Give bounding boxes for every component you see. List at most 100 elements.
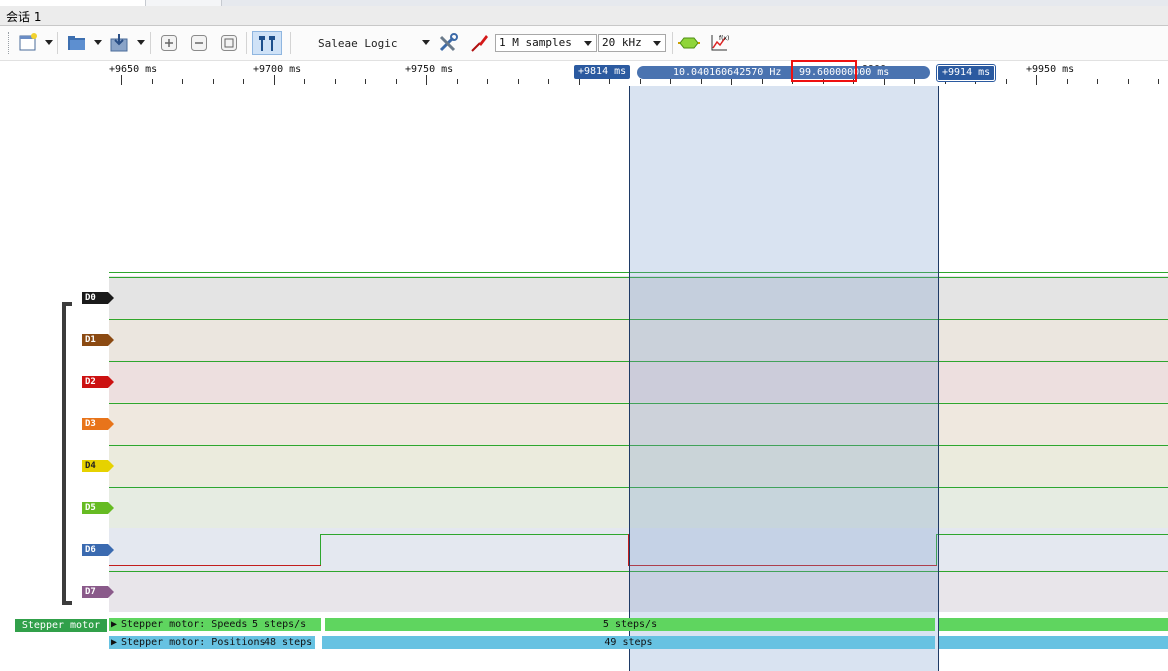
- ruler-tick-label: +9700 ms: [253, 64, 302, 75]
- channel-label-text: D7: [85, 587, 96, 597]
- zoom-fit-button[interactable]: [218, 31, 240, 55]
- ruler-tick: [670, 79, 671, 84]
- positions-left-value: 48 steps: [264, 637, 313, 648]
- analyzer-button[interactable]: [677, 31, 701, 55]
- ruler-tick: [121, 75, 122, 85]
- speeds-analyzer-name: Stepper motor: Speeds: [121, 619, 248, 630]
- measurement-button[interactable]: f(x): [707, 31, 731, 55]
- zoom-in-icon: [161, 35, 177, 51]
- ruler-tick: [914, 79, 915, 84]
- ruler-tick: [640, 79, 641, 84]
- measurement-graph-icon: f(x): [711, 35, 729, 51]
- device-settings-button[interactable]: [436, 31, 460, 55]
- ruler-tick: [243, 79, 244, 84]
- ruler-tick: [1097, 79, 1098, 84]
- positions-main-value: 49 steps: [604, 637, 653, 648]
- channel-group-bracket: [62, 302, 72, 605]
- device-name[interactable]: Saleae Logic: [318, 37, 397, 50]
- channel-label-d0[interactable]: D0: [82, 292, 114, 304]
- new-session-dropdown[interactable]: [45, 40, 53, 45]
- channel-label-d1[interactable]: D1: [82, 334, 114, 346]
- highlight-box: [791, 60, 857, 82]
- ruler-tick: [182, 79, 183, 84]
- ruler-tick: [457, 79, 458, 84]
- channel-label-d6[interactable]: D6: [82, 544, 114, 556]
- separator: [672, 32, 673, 54]
- zoom-fit-icon: [221, 35, 237, 51]
- toolbar-grip[interactable]: [8, 32, 11, 54]
- channel-label-d5[interactable]: D5: [82, 502, 114, 514]
- cursor-marker-b[interactable]: +9914 ms: [935, 64, 997, 82]
- channel-label-text: D0: [85, 293, 96, 303]
- signal-high-segment: [320, 534, 629, 535]
- zoom-in-button[interactable]: [158, 31, 180, 55]
- save-export-icon: [110, 34, 128, 52]
- ruler-tick: [304, 79, 305, 84]
- signal-low-segment: [109, 565, 321, 566]
- channel-label-text: D6: [85, 545, 96, 555]
- new-session-button[interactable]: [16, 31, 40, 55]
- signal-high-segment: [936, 534, 1168, 535]
- save-dropdown[interactable]: [137, 40, 145, 45]
- session-title: 会话 1: [6, 10, 42, 24]
- ruler-tick: [335, 79, 336, 84]
- probe-icon: [471, 35, 488, 52]
- channel-label-text: D3: [85, 419, 96, 429]
- ruler-tick: [548, 79, 549, 84]
- ruler-tick: [1128, 79, 1129, 84]
- zoom-out-button[interactable]: [188, 31, 210, 55]
- speeds-expand-arrow[interactable]: ▶: [111, 619, 117, 630]
- separator: [150, 32, 151, 54]
- ruler-tick: [762, 79, 763, 84]
- open-folder-icon: [68, 36, 85, 50]
- trigger-probe-button[interactable]: [468, 31, 490, 55]
- ruler-tick: [1006, 79, 1007, 84]
- positions-segment-after: [939, 636, 1168, 649]
- ruler-tick: [274, 75, 275, 85]
- speeds-main-value: 5 steps/s: [602, 619, 658, 630]
- ruler-tick: [518, 79, 519, 84]
- ruler-tick: [213, 79, 214, 84]
- speeds-segment-main: 5 steps/s: [325, 618, 935, 631]
- ruler-tick: [365, 79, 366, 84]
- session-title-bar: 会话 1: [0, 6, 1168, 26]
- speeds-segment-after: [939, 618, 1168, 631]
- channel-label-text: D2: [85, 377, 96, 387]
- save-export-button[interactable]: [106, 31, 132, 55]
- separator: [246, 32, 247, 54]
- new-document-icon: [19, 33, 37, 51]
- channel-label-d2[interactable]: D2: [82, 376, 114, 388]
- ruler-tick-label: +9950 ms: [1026, 64, 1075, 75]
- open-button[interactable]: [64, 31, 90, 55]
- measurement-selection[interactable]: [629, 86, 939, 671]
- settings-tools-icon: [439, 33, 458, 52]
- speeds-left-value: 5 steps/s: [252, 619, 307, 630]
- channel-label-d3[interactable]: D3: [82, 418, 114, 430]
- cursor-marker-a[interactable]: +9814 ms: [574, 65, 631, 79]
- channel-label-text: D4: [85, 461, 96, 471]
- channel-label-d7[interactable]: D7: [82, 586, 114, 598]
- sample-depth-value: 1 M samples: [499, 36, 572, 49]
- ruler-tick: [1036, 75, 1037, 85]
- ruler-tick: [396, 79, 397, 84]
- sample-depth-select[interactable]: 1 M samples: [495, 34, 597, 52]
- separator: [57, 32, 58, 54]
- channel-label-text: D5: [85, 503, 96, 513]
- separator: [290, 32, 291, 54]
- channel-label-d4[interactable]: D4: [82, 460, 114, 472]
- ruler-tick-label: +9750 ms: [405, 64, 454, 75]
- ruler-tick: [487, 79, 488, 84]
- measured-frequency: 10.040160642570 Hz: [673, 67, 782, 78]
- sample-rate-select[interactable]: 20 kHz: [598, 34, 666, 52]
- ruler-tick: [1067, 79, 1068, 84]
- ruler-tick-label: +9650 ms: [109, 64, 158, 75]
- analyzer-icon: [678, 37, 700, 49]
- positions-expand-arrow[interactable]: ▶: [111, 637, 117, 648]
- device-dropdown[interactable]: [422, 40, 430, 45]
- open-dropdown[interactable]: [94, 40, 102, 45]
- analyzer-group-label[interactable]: Stepper motor: [15, 619, 107, 632]
- chevron-down-icon: [584, 41, 592, 46]
- cursor-pair-button[interactable]: [252, 31, 282, 55]
- cursor-pair-icon: [259, 36, 275, 51]
- toolbar: Saleae Logic 1 M samples 20 kHz f(x): [0, 26, 1168, 61]
